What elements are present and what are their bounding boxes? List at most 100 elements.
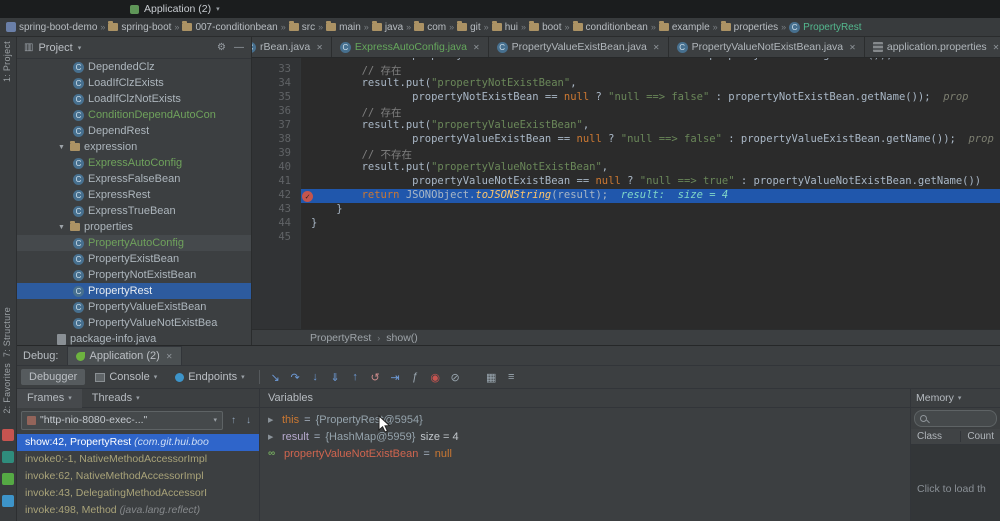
tree-item[interactable]: CPropertyValueNotExistBea	[17, 315, 251, 331]
breadcrumb-item[interactable]: CPropertyRest	[789, 22, 861, 33]
tool-square-red[interactable]	[2, 429, 14, 441]
tree-item[interactable]: CLoadIfClzNotExists	[17, 91, 251, 107]
breadcrumb-item[interactable]: 007-conditionbean	[182, 22, 277, 33]
step-out-icon[interactable]: ↑	[346, 371, 365, 383]
breadcrumb-item[interactable]: conditionbean	[573, 22, 648, 33]
tree-item[interactable]: package-info.java	[17, 331, 251, 345]
variable-row[interactable]: ▶result={HashMap@5959} size = 4	[260, 428, 910, 445]
tree-item[interactable]: CExpressAutoConfig	[17, 155, 251, 171]
code-line[interactable]: propertyValueExistBean == null ? "null =…	[301, 133, 1000, 147]
tool-square-blue[interactable]	[2, 495, 14, 507]
tree-item[interactable]: CExpressRest	[17, 187, 251, 203]
run-to-cursor-icon[interactable]: ⇥	[386, 371, 405, 384]
tree-item[interactable]: ▼expression	[17, 139, 251, 155]
code-line[interactable]: propertyValueNotExistBean == null ? "nul…	[301, 175, 1000, 189]
restore-layout-icon[interactable]: ▦	[482, 371, 501, 384]
next-frame-icon[interactable]: ↓	[242, 415, 255, 426]
thread-selector[interactable]: "http-nio-8080-exec-..." ▾	[21, 411, 223, 430]
breadcrumb-item[interactable]: com	[414, 22, 446, 33]
previous-frame-icon[interactable]: ↑	[227, 415, 240, 426]
breakpoint-icon[interactable]: ✓	[302, 191, 313, 202]
tool-button-project[interactable]: 1: Project	[2, 41, 12, 82]
breadcrumb-method[interactable]: show()	[386, 332, 418, 344]
force-step-into-icon[interactable]: ⇓	[326, 371, 345, 384]
frames-tab-threads[interactable]: Threads▾	[82, 389, 150, 408]
debug-tab-endpoints[interactable]: Endpoints▾	[167, 369, 252, 385]
tree-item[interactable]: CPropertyValueExistBean	[17, 299, 251, 315]
breadcrumb-item[interactable]: spring-boot	[108, 22, 171, 33]
tool-square-teal[interactable]	[2, 451, 14, 463]
code-line[interactable]: ✓ return JSONObject.toJSONString(result)…	[301, 189, 1000, 203]
memory-column-class[interactable]: Class	[917, 431, 942, 442]
tool-button-favorites[interactable]: 2: Favorites	[2, 363, 12, 414]
breadcrumb-item[interactable]: java	[372, 22, 403, 33]
tab-close-icon[interactable]: ✕	[473, 43, 480, 52]
code-line[interactable]: }	[301, 203, 1000, 217]
breadcrumb-item[interactable]: boot	[529, 22, 561, 33]
memory-column-count[interactable]: Count	[960, 431, 994, 442]
run-config-selector[interactable]: Application (2)	[144, 3, 211, 15]
code-line[interactable]: propertyNotExistBean == null ? "null ==>…	[301, 91, 1000, 105]
frame-row[interactable]: invoke:62, NativeMethodAccessorImpl	[17, 468, 259, 485]
editor-tab[interactable]: CPropertyValueNotExistBean.java✕	[669, 37, 865, 57]
tree-item[interactable]: CPropertyExistBean	[17, 251, 251, 267]
debug-session-tab[interactable]: Application (2) ✕	[67, 346, 181, 365]
settings-gear-icon[interactable]: ⚙	[217, 42, 226, 53]
breadcrumb-class[interactable]: PropertyRest	[310, 332, 371, 344]
drop-frame-icon[interactable]: ↺	[366, 371, 385, 384]
tree-item[interactable]: CPropertyAutoConfig	[17, 235, 251, 251]
mute-breakpoints-icon[interactable]: ⊘	[446, 371, 465, 384]
tree-item[interactable]: CPropertyNotExistBean	[17, 267, 251, 283]
editor-tab[interactable]: CExpressAutoConfig.java✕	[332, 37, 489, 57]
step-into-icon[interactable]: ↓	[306, 371, 325, 383]
evaluate-expression-icon[interactable]: ƒ	[406, 371, 425, 383]
tree-item[interactable]: CLoadIfClzExists	[17, 75, 251, 91]
breadcrumb-item[interactable]: example	[659, 22, 710, 33]
breadcrumb-item[interactable]: spring-boot-demo	[6, 22, 97, 33]
frame-row[interactable]: invoke:43, DelegatingMethodAccessorI	[17, 485, 259, 502]
debug-tab-console[interactable]: Console▾	[87, 369, 165, 385]
frame-row[interactable]: invoke0:-1, NativeMethodAccessorImpl	[17, 451, 259, 468]
editor-gutter[interactable]: 3233343536373839404142434445	[252, 58, 300, 329]
editor-tab[interactable]: CrBean.java✕	[252, 37, 332, 57]
code-line[interactable]	[301, 231, 1000, 245]
chevron-down-icon[interactable]: ▾	[78, 44, 82, 52]
breadcrumb-item[interactable]: git	[457, 22, 481, 33]
variable-row[interactable]: ∞propertyValueNotExistBean=null	[260, 445, 910, 462]
close-icon[interactable]: ✕	[166, 352, 173, 361]
editor-code-area[interactable]: 3233343536373839404142434445 propertyExi…	[252, 58, 1000, 329]
tree-caret-icon[interactable]: ▼	[57, 224, 66, 231]
breadcrumb-item[interactable]: properties	[721, 22, 778, 33]
tool-button-structure[interactable]: 7: Structure	[2, 307, 12, 357]
code-line[interactable]: result.put("propertyValueNotExistBean",	[301, 161, 1000, 175]
memory-body[interactable]: Click to load th	[911, 445, 1000, 521]
frames-tab-frames[interactable]: Frames▾	[17, 389, 82, 408]
more-options-icon[interactable]: ≡	[502, 371, 521, 383]
code-line[interactable]: result.put("propertyNotExistBean",	[301, 77, 1000, 91]
code-line[interactable]: // 存在	[301, 63, 1000, 77]
code-line[interactable]: // 存在	[301, 105, 1000, 119]
expand-arrow-icon[interactable]: ▶	[268, 416, 277, 424]
code-line[interactable]: // 不存在	[301, 147, 1000, 161]
code-line[interactable]: result.put("propertyValueExistBean",	[301, 119, 1000, 133]
expand-arrow-icon[interactable]: ▶	[268, 433, 277, 441]
tab-close-icon[interactable]: ✕	[849, 43, 856, 52]
editor-tab[interactable]: application.properties✕	[865, 37, 1000, 57]
tab-close-icon[interactable]: ✕	[993, 43, 1000, 52]
hide-panel-icon[interactable]: —	[234, 42, 244, 53]
tool-square-green[interactable]	[2, 473, 14, 485]
breadcrumb-item[interactable]: main	[326, 22, 361, 33]
variable-row[interactable]: ▶this={PropertyRest@5954}	[260, 411, 910, 428]
tree-item[interactable]: ▼properties	[17, 219, 251, 235]
memory-title[interactable]: Memory	[916, 392, 954, 404]
tree-item[interactable]: CConditionDependAutoCon	[17, 107, 251, 123]
tree-caret-icon[interactable]: ▼	[57, 144, 66, 151]
code-line[interactable]: }	[301, 217, 1000, 231]
project-panel-title[interactable]: Project	[38, 42, 72, 54]
breadcrumb-item[interactable]: hui	[492, 22, 518, 33]
editor-code-lines[interactable]: propertyExistBean == null ? "null ==> fa…	[300, 58, 1000, 329]
debug-tab-debugger[interactable]: Debugger	[21, 369, 85, 385]
tree-item[interactable]: CDependRest	[17, 123, 251, 139]
tab-close-icon[interactable]: ✕	[316, 43, 323, 52]
show-execution-point-icon[interactable]: ↘	[266, 371, 285, 384]
